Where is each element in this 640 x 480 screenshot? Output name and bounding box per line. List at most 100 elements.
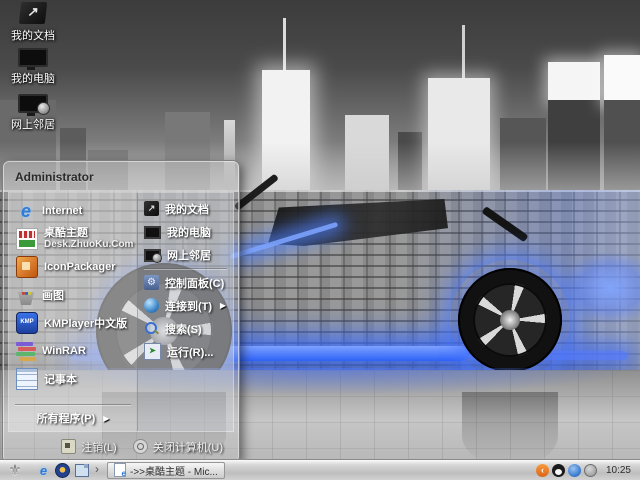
log-off-button[interactable]: 注销(L) — [61, 439, 117, 455]
arrow-right-icon: ▶ — [103, 413, 110, 423]
ie-icon: e — [39, 462, 48, 478]
menu-item-iconpackager[interactable]: IconPackager — [9, 253, 137, 281]
neon-underglow — [216, 346, 468, 361]
my-documents-icon: ↗ — [18, 2, 48, 24]
my-computer-icon — [144, 226, 161, 239]
task-button-label: ->>桌酷主题 - Mic... — [130, 466, 218, 478]
menu-item-label: 记事本 — [44, 374, 77, 386]
browser-page-icon — [114, 463, 126, 478]
menu-item-control-panel[interactable]: ⚙ 控制面板(C) — [138, 271, 233, 294]
kmplayer-icon: KMP — [16, 312, 38, 334]
desktop-icon-label: 我的电脑 — [11, 73, 55, 85]
network-places-icon — [18, 94, 50, 116]
my-documents-icon: ↗ — [144, 201, 159, 216]
building — [604, 55, 640, 103]
quick-launch-bar: e › — [36, 462, 103, 478]
start-button[interactable]: ⚜ — [0, 460, 30, 480]
start-menu-footer: 注销(L) 关闭计算机(U) — [3, 433, 239, 460]
system-tray: ‹ 10:25 — [535, 463, 640, 477]
start-menu-right-column: ↗ 我的文档 我的电脑 网上邻居 ⚙ 控制面板(C) 连接到(T) ▶ 搜索(S… — [137, 193, 233, 431]
start-menu-left-column: e Internet 桌酷主题 Desk.ZhuoKu.Com IconPack… — [9, 193, 137, 431]
all-programs-label: 所有程序(P) — [36, 413, 96, 425]
menu-item-sublabel: Desk.ZhuoKu.Com — [44, 239, 134, 250]
menu-item-winrar[interactable]: WinRAR — [9, 337, 137, 365]
quicklaunch-media-player-icon[interactable] — [55, 462, 70, 478]
network-places-icon — [144, 249, 162, 263]
menu-item-label: 搜索(S) — [165, 323, 202, 336]
menu-item-connect-to[interactable]: 连接到(T) ▶ — [138, 294, 233, 317]
taskbar-clock[interactable]: 10:25 — [600, 465, 635, 476]
menu-item-internet[interactable]: e Internet — [9, 197, 137, 225]
menu-item-label: 我的文档 — [165, 203, 209, 216]
menu-item-kmplayer[interactable]: KMP KMPlayer中文版 — [9, 309, 137, 337]
menu-item-paint[interactable]: 画图 — [9, 281, 137, 309]
menu-item-label: 画图 — [42, 290, 64, 302]
menu-item-label: 连接到(T) — [165, 300, 213, 313]
spire — [283, 18, 286, 74]
quicklaunch-overflow-chevron[interactable]: › — [95, 462, 99, 476]
media-player-icon — [55, 462, 70, 478]
menu-item-my-documents[interactable]: ↗ 我的文档 — [138, 197, 233, 220]
winrar-icon — [16, 341, 36, 361]
log-off-icon — [61, 439, 77, 454]
iconpackager-icon — [16, 256, 38, 278]
user-name: Administrator — [15, 169, 94, 184]
building — [548, 62, 600, 102]
front-wheel — [458, 268, 562, 372]
menu-item-network-places[interactable]: 网上邻居 — [138, 243, 233, 266]
tray-messenger-icon[interactable] — [567, 463, 581, 477]
menu-item-label: 运行(R)... — [167, 346, 214, 359]
menu-item-label: KMPlayer中文版 — [44, 318, 128, 330]
desktop: ↗ 我的文档 我的电脑 网上邻居 Administrator e Interne… — [0, 0, 640, 480]
menu-item-label: Internet — [42, 205, 83, 217]
internet-explorer-icon: e — [20, 201, 31, 221]
menu-item-search[interactable]: 搜索(S) — [138, 317, 233, 340]
show-desktop-icon — [74, 463, 89, 477]
desktop-icon-label: 我的文档 — [11, 30, 55, 42]
start-menu-header: Administrator — [3, 161, 239, 192]
front-wheel-reflection — [462, 392, 558, 464]
start-menu-body: e Internet 桌酷主题 Desk.ZhuoKu.Com IconPack… — [8, 192, 234, 432]
desktop-icon-label: 网上邻居 — [11, 119, 55, 131]
my-computer-icon — [18, 48, 48, 70]
menu-item-run[interactable]: ➤ 运行(R)... — [138, 340, 233, 363]
quicklaunch-internet-explorer-icon[interactable]: e — [36, 463, 51, 478]
taskbar-task-button[interactable]: ->>桌酷主题 - Mic... — [107, 461, 225, 479]
tray-input-method-icon[interactable]: ‹ — [535, 463, 549, 477]
desktop-icon-network-places[interactable]: 网上邻居 — [2, 94, 64, 132]
power-icon — [132, 439, 148, 454]
paint-icon — [18, 292, 34, 305]
run-icon: ➤ — [144, 343, 161, 360]
globe-icon — [37, 102, 50, 115]
search-icon — [144, 321, 159, 336]
menu-separator — [15, 404, 131, 405]
taskbar: ⚜ e › ->>桌酷主题 - Mic... ‹ 10:25 — [0, 460, 640, 480]
start-menu: Administrator e Internet 桌酷主题 Desk.ZhuoK… — [2, 160, 240, 461]
menu-item-notepad[interactable]: 记事本 — [9, 365, 137, 393]
menu-item-zhuoku-theme[interactable]: 桌酷主题 Desk.ZhuoKu.Com — [9, 225, 137, 253]
start-fleur-de-lis-icon: ⚜ — [8, 462, 22, 479]
notepad-icon — [16, 368, 38, 390]
menu-item-my-computer[interactable]: 我的电脑 — [138, 220, 233, 243]
tray-qq-icon[interactable] — [551, 463, 565, 477]
tray-volume-icon[interactable] — [583, 463, 597, 477]
menu-spacer — [9, 393, 137, 402]
menu-item-label: 桌酷主题 — [44, 227, 88, 239]
connect-to-icon — [144, 298, 159, 313]
menu-item-label: 我的电脑 — [167, 226, 211, 239]
menu-item-label: WinRAR — [42, 345, 86, 357]
desktop-icon-my-documents[interactable]: ↗ 我的文档 — [2, 2, 64, 43]
control-panel-icon: ⚙ — [144, 275, 159, 290]
log-off-label: 注销(L) — [81, 441, 117, 454]
menu-item-label: 网上邻居 — [167, 249, 211, 262]
desktop-icon-my-computer[interactable]: 我的电脑 — [2, 48, 64, 86]
menu-separator — [144, 268, 227, 269]
shut-down-button[interactable]: 关闭计算机(U) — [132, 439, 223, 455]
arrow-right-icon: ▶ — [219, 301, 226, 310]
quicklaunch-show-desktop-icon[interactable] — [74, 463, 89, 478]
zhuoku-theme-icon — [16, 228, 38, 250]
menu-item-label: 控制面板(C) — [165, 277, 225, 290]
antenna — [462, 25, 465, 80]
shut-down-label: 关闭计算机(U) — [152, 441, 223, 454]
all-programs-button[interactable]: 所有程序(P) ▶ — [9, 407, 137, 429]
